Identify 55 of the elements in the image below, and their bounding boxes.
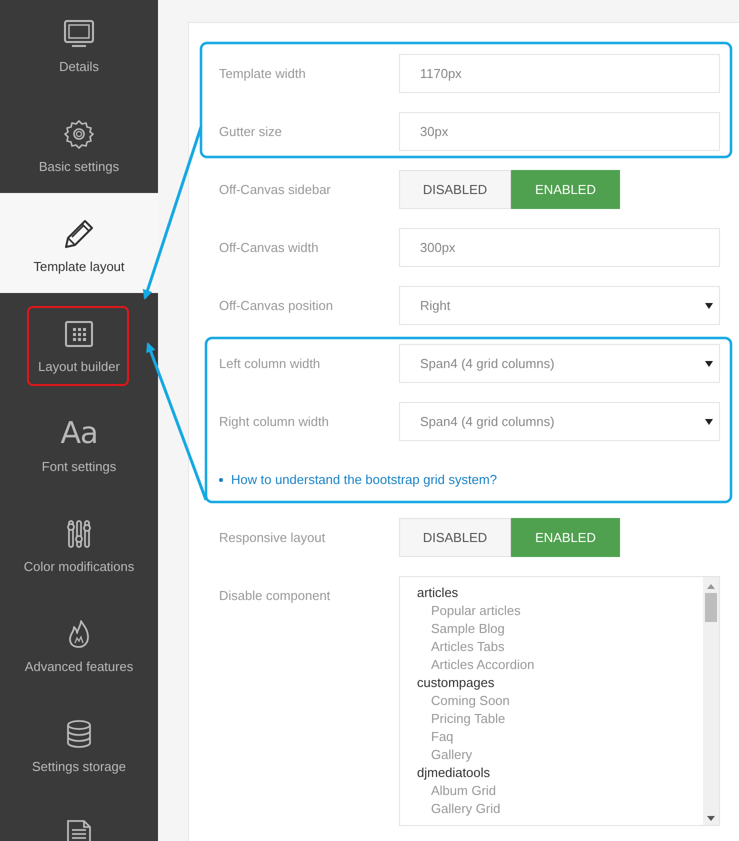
caret-icon [705, 418, 713, 424]
field-label: Disable component [219, 587, 332, 605]
list-option[interactable]: Sample Blog [417, 620, 703, 638]
scroll-down-icon[interactable] [707, 816, 715, 821]
font-icon: Aa [60, 418, 98, 450]
toggle-option[interactable]: ENABLED [511, 518, 620, 557]
scrollbar[interactable] [703, 577, 719, 825]
field-label: Off-Canvas position [219, 297, 334, 315]
text-field[interactable]: 1170px [399, 54, 720, 93]
group-label: custompages [417, 674, 496, 692]
text-field[interactable]: 30px [399, 112, 720, 151]
select-dropdown[interactable]: Right [399, 286, 720, 325]
sidebar-icon [63, 118, 95, 150]
sidebar-item[interactable]: Basic settings [0, 93, 158, 193]
field-label: Gutter size [219, 123, 283, 141]
sidebar-icon [63, 318, 95, 350]
list-option[interactable]: Articles Accordion [417, 656, 703, 674]
help-link[interactable]: How to understand the bootstrap grid system? [231, 472, 497, 487]
list-option[interactable]: Pricing Table [417, 710, 703, 728]
toggle-option[interactable]: ENABLED [511, 170, 620, 209]
sidebar-item[interactable]: Layout builder [0, 293, 158, 393]
field-label: Off-Canvas sidebar [219, 181, 332, 199]
sidebar-item[interactable]: Settings storage [0, 693, 158, 793]
list-option[interactable]: Gallery [417, 746, 703, 764]
sidebar-item[interactable]: Advanced features [0, 593, 158, 693]
sidebar-item[interactable]: Aa Font settings [0, 393, 158, 493]
toggle-option[interactable]: DISABLED [399, 170, 511, 209]
toggle-option[interactable]: DISABLED [399, 518, 511, 557]
list-option[interactable]: Coming Soon [417, 692, 703, 710]
list-option[interactable]: Gallery Grid [417, 800, 703, 818]
group-label: articles [417, 584, 460, 602]
scroll-up-icon[interactable] [707, 584, 715, 589]
list-box[interactable]: articles Popular articles Sample Blog Articles Tabs Articles Accordion custompages Coming Soon Pricing Table Faq Gallery djmediatools Album Grid Gallery Grid [399, 576, 720, 826]
sidebar-item[interactable]: Details [0, 0, 158, 93]
select-dropdown[interactable]: Span4 (4 grid columns) [399, 402, 720, 441]
bullet-icon [219, 478, 223, 482]
sidebar-icon [63, 18, 95, 50]
caret-icon [705, 360, 713, 366]
list-option[interactable]: Faq [417, 728, 703, 746]
sidebar-icon [63, 218, 95, 250]
field-label: Right column width [219, 413, 330, 431]
group-label: djmediatools [417, 764, 491, 782]
caret-icon [705, 302, 713, 308]
list-option[interactable]: Popular articles [417, 602, 703, 620]
field-label: Template width [219, 65, 307, 83]
sidebar-item[interactable]: Template layout [0, 193, 158, 293]
text-field[interactable]: 300px [399, 228, 720, 267]
field-label: Left column width [219, 355, 322, 373]
list-option[interactable]: Album Grid [417, 782, 703, 800]
field-label: Off-Canvas width [219, 239, 320, 257]
sidebar-item[interactable]: Color modifications [0, 493, 158, 593]
scrollbar-thumb[interactable] [705, 593, 717, 622]
list-option[interactable]: Articles Tabs [417, 638, 703, 656]
field-label: Responsive layout [219, 529, 326, 547]
select-dropdown[interactable]: Span4 (4 grid columns) [399, 344, 720, 383]
